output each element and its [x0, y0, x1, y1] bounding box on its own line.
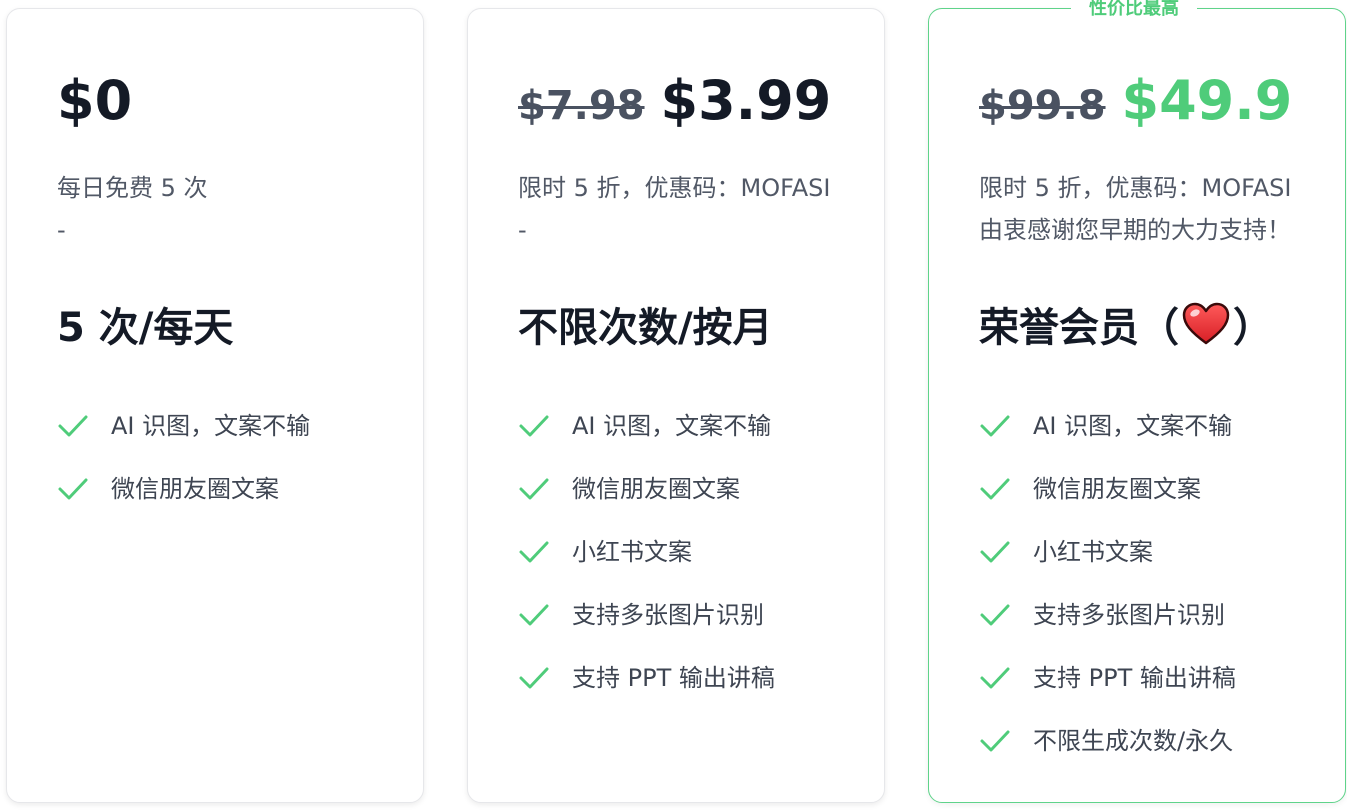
description-line: 每日免费 5 次	[57, 174, 208, 202]
plan-description: 每日免费 5 次 -	[57, 167, 208, 251]
plan-title-text: ）	[1233, 305, 1273, 351]
feature-label: 支持多张图片识别	[1033, 601, 1225, 629]
feature-label: AI 识图，文案不输	[1033, 412, 1233, 440]
price: $49.9	[1121, 69, 1293, 132]
feature-label: 微信朋友圈文案	[1033, 475, 1201, 503]
description-line: -	[57, 216, 66, 244]
feature-label: AI 识图，文案不输	[111, 412, 311, 440]
plan-title: 不限次数/按月	[518, 305, 773, 351]
best-value-badge: 性价比最高	[1071, 0, 1197, 18]
plan-title: 荣誉会员（ ）	[979, 295, 1273, 353]
price: $3.99	[660, 69, 832, 132]
check-icon	[58, 415, 88, 437]
feature-item: 小红书文案	[518, 531, 775, 594]
feature-item: 微信朋友圈文案	[57, 468, 310, 531]
pricing-card-lifetime[interactable]: 性价比最高 $99.8 $49.9 限时 5 折，优惠码：MOFASI 由衷感谢…	[928, 0, 1346, 803]
check-icon	[519, 667, 549, 689]
check-icon	[980, 415, 1010, 437]
feature-item: 支持 PPT 输出讲稿	[518, 657, 775, 720]
feature-label: AI 识图，文案不输	[572, 412, 772, 440]
description-line: -	[518, 216, 527, 244]
feature-item: 小红书文案	[979, 531, 1236, 594]
price-row: $99.8 $49.9	[979, 69, 1292, 132]
feature-list: AI 识图，文案不输 微信朋友圈文案 小红书文案 支持多张图片识别 支持 PPT…	[979, 405, 1236, 783]
feature-item: 微信朋友圈文案	[979, 468, 1236, 531]
feature-item: 支持多张图片识别	[518, 594, 775, 657]
feature-label: 微信朋友圈文案	[572, 475, 740, 503]
plan-title-text: 荣誉会员（	[979, 305, 1179, 351]
description-line: 由衷感谢您早期的大力支持！	[979, 216, 1291, 244]
check-icon	[980, 604, 1010, 626]
feature-list: AI 识图，文案不输 微信朋友圈文案	[57, 405, 310, 531]
feature-label: 支持 PPT 输出讲稿	[572, 664, 775, 692]
feature-item: AI 识图，文案不输	[518, 405, 775, 468]
feature-label: 小红书文案	[572, 538, 692, 566]
feature-label: 小红书文案	[1033, 538, 1153, 566]
plan-title: 5 次/每天	[57, 305, 234, 351]
price-row: $0	[57, 69, 132, 132]
feature-item: 支持 PPT 输出讲稿	[979, 657, 1236, 720]
price: $0	[57, 69, 133, 132]
check-icon	[519, 415, 549, 437]
heart-icon	[1182, 302, 1230, 345]
feature-label: 支持 PPT 输出讲稿	[1033, 664, 1236, 692]
feature-list: AI 识图，文案不输 微信朋友圈文案 小红书文案 支持多张图片识别 支持 PPT…	[518, 405, 775, 720]
original-price: $99.8	[979, 83, 1106, 129]
feature-item: 不限生成次数/永久	[979, 720, 1236, 783]
check-icon	[519, 541, 549, 563]
check-icon	[980, 541, 1010, 563]
feature-label: 支持多张图片识别	[572, 601, 764, 629]
feature-item: AI 识图，文案不输	[979, 405, 1236, 468]
pricing-card-monthly[interactable]: $7.98 $3.99 限时 5 折，优惠码：MOFASI - 不限次数/按月 …	[467, 8, 885, 803]
check-icon	[980, 478, 1010, 500]
description-line: 限时 5 折，优惠码：MOFASI	[979, 174, 1292, 202]
check-icon	[519, 604, 549, 626]
feature-item: 支持多张图片识别	[979, 594, 1236, 657]
feature-label: 不限生成次数/永久	[1033, 727, 1234, 755]
plan-description: 限时 5 折，优惠码：MOFASI 由衷感谢您早期的大力支持！	[979, 167, 1291, 251]
original-price: $7.98	[518, 83, 645, 129]
feature-item: AI 识图，文案不输	[57, 405, 310, 468]
description-line: 限时 5 折，优惠码：MOFASI	[518, 174, 831, 202]
feature-item: 微信朋友圈文案	[518, 468, 775, 531]
pricing-card-free[interactable]: $0 每日免费 5 次 - 5 次/每天 AI 识图，文案不输 微信朋友圈文案	[6, 8, 424, 803]
check-icon	[519, 478, 549, 500]
check-icon	[980, 667, 1010, 689]
check-icon	[58, 478, 88, 500]
check-icon	[980, 730, 1010, 752]
plan-description: 限时 5 折，优惠码：MOFASI -	[518, 167, 830, 251]
price-row: $7.98 $3.99	[518, 69, 831, 132]
feature-label: 微信朋友圈文案	[111, 475, 279, 503]
pricing-page: $0 每日免费 5 次 - 5 次/每天 AI 识图，文案不输 微信朋友圈文案 …	[0, 0, 1347, 812]
